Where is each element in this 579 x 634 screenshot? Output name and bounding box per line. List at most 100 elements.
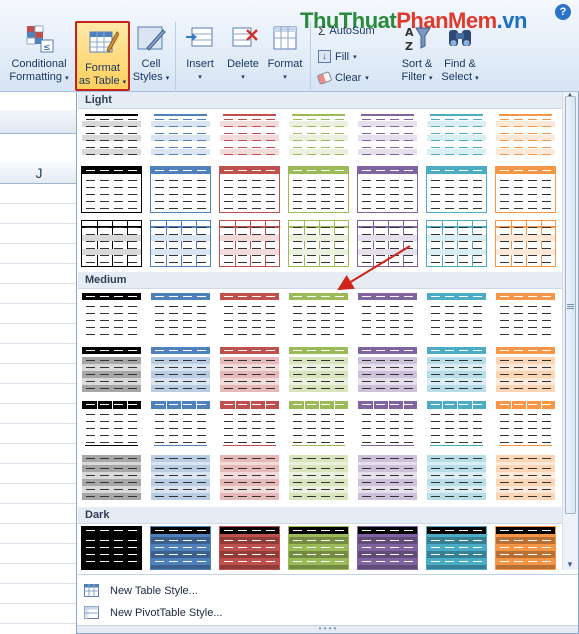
sheet-row[interactable]	[0, 584, 78, 604]
table-style-swatch[interactable]	[81, 166, 142, 213]
sheet-row[interactable]	[0, 364, 78, 384]
table-style-swatch[interactable]	[81, 454, 142, 501]
table-style-swatch[interactable]	[495, 112, 556, 159]
table-style-swatch[interactable]	[426, 112, 487, 159]
svg-text:A: A	[405, 26, 414, 39]
sheet-row[interactable]	[0, 524, 78, 544]
svg-text:Z: Z	[405, 40, 413, 53]
table-style-swatch[interactable]	[426, 166, 487, 213]
new-pivot-style-label: New PivotTable Style...	[110, 607, 223, 619]
sheet-row[interactable]	[0, 444, 78, 464]
sheet-row[interactable]	[0, 544, 78, 564]
table-style-swatch[interactable]	[219, 166, 280, 213]
table-style-swatch[interactable]	[357, 400, 418, 447]
table-style-swatch[interactable]	[495, 400, 556, 447]
table-style-swatch[interactable]	[495, 454, 556, 501]
table-style-swatch[interactable]	[219, 346, 280, 393]
autosum-button[interactable]: Σ AutoSum	[318, 26, 375, 36]
fill-button[interactable]: ↓ Fill ▾	[318, 50, 357, 63]
table-style-swatch[interactable]	[81, 400, 142, 447]
table-style-swatch[interactable]	[81, 292, 142, 339]
table-style-swatch[interactable]	[426, 400, 487, 447]
sheet-row[interactable]	[0, 324, 78, 344]
table-style-swatch[interactable]	[150, 454, 211, 501]
table-style-swatch[interactable]	[150, 346, 211, 393]
table-style-swatch[interactable]	[81, 112, 142, 159]
table-style-swatch[interactable]	[426, 526, 487, 570]
delete-button[interactable]: Delete ▾	[222, 22, 264, 84]
table-style-swatch[interactable]	[288, 400, 349, 447]
sheet-row[interactable]	[0, 464, 78, 484]
format-button[interactable]: Format ▾	[264, 22, 306, 84]
table-style-swatch[interactable]	[150, 220, 211, 267]
table-style-swatch[interactable]	[495, 526, 556, 570]
clear-button[interactable]: Clear ▾	[316, 71, 369, 85]
table-style-swatch[interactable]	[219, 220, 280, 267]
sheet-row[interactable]	[0, 244, 78, 264]
format-as-table-button[interactable]: Format as Table ▾	[75, 21, 130, 91]
conditional-formatting-button[interactable]: ≤ Conditional Formatting ▾	[4, 22, 74, 85]
insert-button[interactable]: Insert ▾	[179, 22, 221, 84]
table-style-swatch[interactable]	[357, 454, 418, 501]
table-style-swatch[interactable]	[150, 166, 211, 213]
table-style-swatch[interactable]	[495, 292, 556, 339]
table-style-swatch[interactable]	[219, 526, 280, 570]
table-style-swatch[interactable]	[426, 220, 487, 267]
table-style-swatch[interactable]	[426, 346, 487, 393]
sort-filter-button[interactable]: A Z Sort & Filter ▾	[396, 22, 438, 85]
table-style-swatch[interactable]	[357, 526, 418, 570]
cell-styles-button[interactable]: Cell Styles ▾	[131, 22, 171, 85]
table-style-swatch[interactable]	[81, 346, 142, 393]
sheet-row[interactable]	[0, 204, 78, 224]
help-icon[interactable]: ?	[555, 4, 571, 20]
column-header-j[interactable]: J	[0, 162, 78, 184]
scroll-down-icon[interactable]: ▼	[566, 560, 574, 569]
sheet-row[interactable]	[0, 184, 78, 204]
table-style-swatch[interactable]	[288, 346, 349, 393]
fill-down-icon: ↓	[318, 50, 331, 63]
table-style-swatch[interactable]	[81, 526, 142, 570]
new-table-style-item[interactable]: New Table Style...	[78, 581, 578, 601]
table-style-swatch[interactable]	[495, 346, 556, 393]
sheet-row[interactable]	[0, 604, 78, 624]
sheet-row[interactable]	[0, 284, 78, 304]
insert-label: Insert	[186, 58, 214, 70]
find-select-button[interactable]: Find & Select ▾	[438, 22, 482, 85]
table-style-swatch[interactable]	[219, 454, 280, 501]
table-style-swatch[interactable]	[495, 166, 556, 213]
sheet-row[interactable]	[0, 224, 78, 244]
sheet-row[interactable]	[0, 264, 78, 284]
table-style-swatch[interactable]	[357, 166, 418, 213]
sheet-row[interactable]	[0, 564, 78, 584]
table-style-swatch[interactable]	[288, 526, 349, 570]
table-style-swatch[interactable]	[288, 112, 349, 159]
table-style-swatch[interactable]	[495, 220, 556, 267]
table-style-swatch[interactable]	[219, 400, 280, 447]
gallery-scrollbar[interactable]: ▲ ▼	[562, 90, 578, 570]
table-style-swatch[interactable]	[288, 166, 349, 213]
table-style-swatch[interactable]	[150, 526, 211, 570]
table-style-swatch[interactable]	[150, 292, 211, 339]
sheet-row[interactable]	[0, 504, 78, 524]
table-style-swatch[interactable]	[219, 112, 280, 159]
resize-grip-icon[interactable]: • • • •	[77, 625, 578, 633]
worksheet: J	[0, 92, 78, 634]
table-style-swatch[interactable]	[219, 292, 280, 339]
table-style-swatch[interactable]	[150, 400, 211, 447]
new-pivot-style-item[interactable]: New PivotTable Style...	[78, 603, 578, 623]
sheet-row[interactable]	[0, 404, 78, 424]
sheet-row[interactable]	[0, 424, 78, 444]
table-style-swatch[interactable]	[357, 112, 418, 159]
table-style-swatch[interactable]	[150, 112, 211, 159]
sheet-row[interactable]	[0, 344, 78, 364]
table-style-swatch[interactable]	[288, 454, 349, 501]
sheet-row[interactable]	[0, 304, 78, 324]
sheet-row[interactable]	[0, 484, 78, 504]
table-style-swatch[interactable]	[426, 292, 487, 339]
table-style-swatch[interactable]	[81, 220, 142, 267]
table-style-swatch[interactable]	[426, 454, 487, 501]
table-style-swatch[interactable]	[357, 346, 418, 393]
table-style-gallery: Light Medium Dark ▲ ▼ New Table Style...	[76, 90, 579, 634]
cell-styles-label-1: Cell	[141, 58, 161, 70]
sheet-row[interactable]	[0, 384, 78, 404]
